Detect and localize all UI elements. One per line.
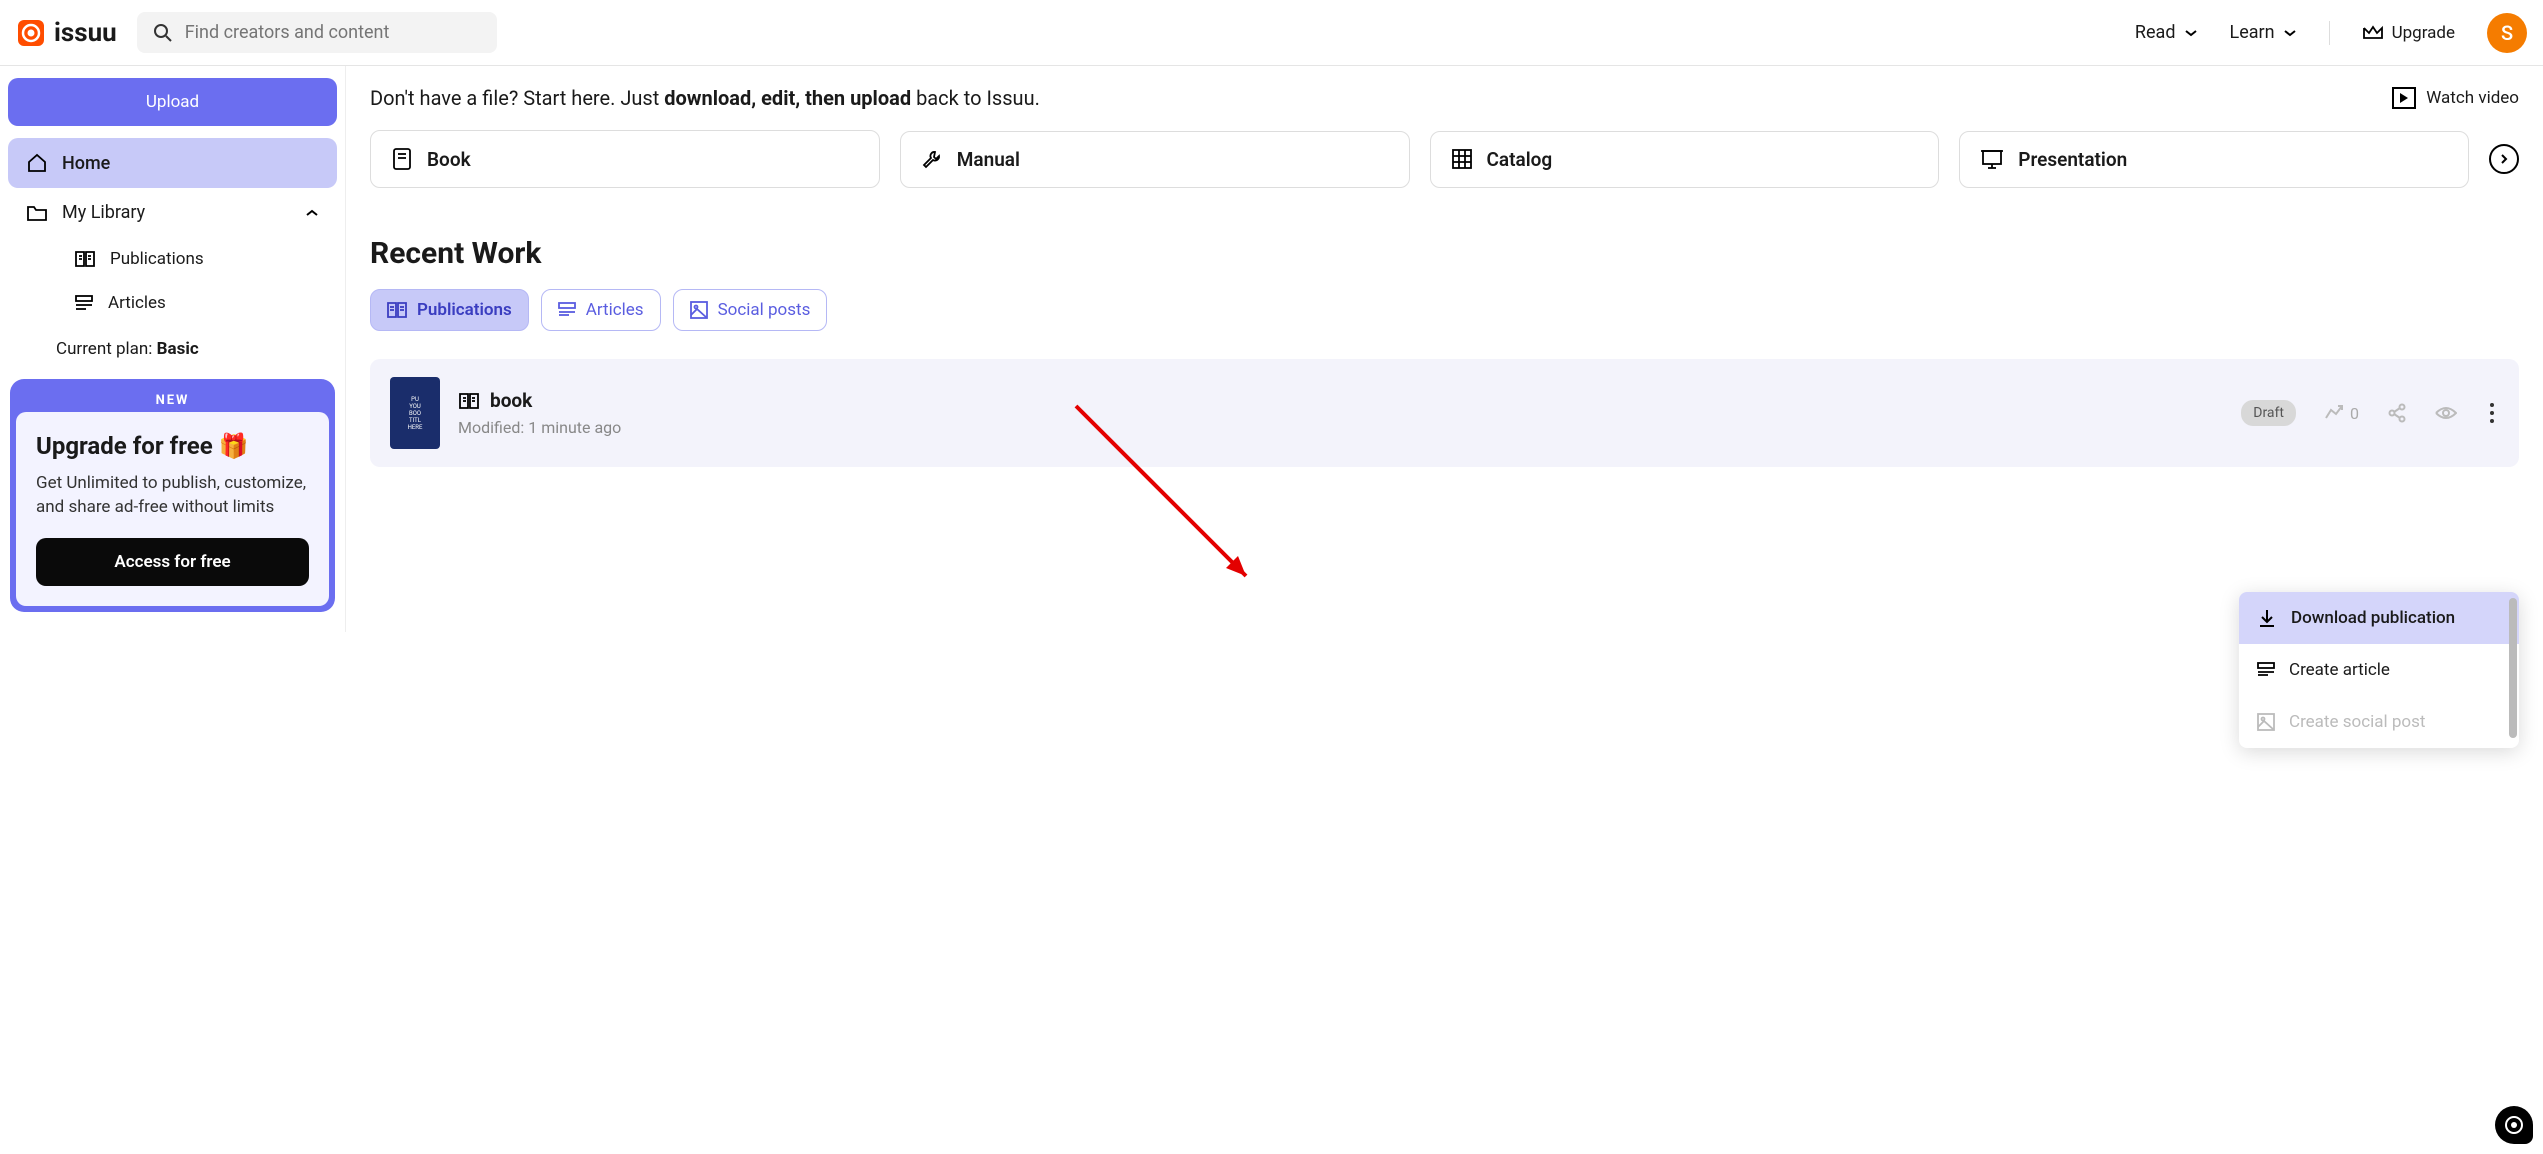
search-icon [153, 23, 173, 43]
image-icon [2257, 713, 2275, 731]
stat-count: 0 [2350, 404, 2359, 423]
work-title: book [490, 389, 532, 412]
menu-create-article[interactable]: Create article [2239, 644, 2519, 696]
filter-publications[interactable]: Publications [370, 289, 529, 331]
wrench-icon [921, 148, 943, 170]
nav-learn-label: Learn [2230, 22, 2275, 43]
article-icon [74, 294, 94, 312]
download-icon [2257, 608, 2277, 628]
article-icon [2257, 662, 2275, 678]
help-float-button[interactable] [2495, 1106, 2533, 1144]
divider [2329, 21, 2330, 45]
watch-video-button[interactable]: Watch video [2392, 87, 2519, 109]
crown-icon [2362, 24, 2384, 42]
filter-articles-label: Articles [586, 300, 644, 320]
sidebar-item-home[interactable]: Home [8, 138, 337, 188]
image-icon [690, 301, 708, 319]
menu-download-publication[interactable]: Download publication [2239, 592, 2519, 644]
book-open-icon [387, 302, 407, 318]
avatar-initial: S [2501, 21, 2513, 45]
menu-create-social-label: Create social post [2289, 712, 2425, 732]
grid-icon [1451, 148, 1473, 170]
sidebar-item-articles[interactable]: Articles [56, 281, 337, 325]
upgrade-label: Upgrade [2392, 23, 2455, 43]
template-catalog-label: Catalog [1487, 148, 1553, 171]
menu-download-label: Download publication [2291, 608, 2455, 628]
template-presentation-label: Presentation [2018, 148, 2127, 171]
hero-text: Don't have a file? Start here. Just down… [370, 86, 2368, 110]
play-icon [2392, 87, 2416, 109]
book-icon [391, 147, 413, 171]
template-catalog[interactable]: Catalog [1430, 131, 1940, 188]
template-manual[interactable]: Manual [900, 131, 1410, 188]
sidebar-item-my-library[interactable]: My Library [8, 188, 337, 237]
chevron-down-icon [2184, 29, 2198, 37]
menu-create-social-post: Create social post [2239, 696, 2519, 748]
sidebar-library-label: My Library [62, 202, 145, 223]
promo-description: Get Unlimited to publish, customize, and… [36, 472, 309, 520]
work-item[interactable]: PUYOUBOOTITLHERE book Modified: 1 minute… [370, 359, 2519, 467]
sidebar-articles-label: Articles [108, 293, 166, 313]
promo-cta-button[interactable]: Access for free [36, 538, 309, 586]
scroll-next-button[interactable] [2489, 144, 2519, 174]
template-presentation[interactable]: Presentation [1959, 131, 2469, 188]
logo-mark-icon [16, 18, 46, 48]
book-open-icon [458, 392, 480, 410]
upgrade-link[interactable]: Upgrade [2362, 23, 2455, 43]
filter-social-label: Social posts [718, 300, 811, 320]
chevron-down-icon [2283, 29, 2297, 37]
eye-icon[interactable] [2435, 405, 2457, 421]
filter-publications-label: Publications [417, 300, 512, 320]
menu-create-article-label: Create article [2289, 660, 2390, 680]
search-bar[interactable] [137, 12, 497, 53]
filter-social-posts[interactable]: Social posts [673, 289, 828, 331]
stats-icon[interactable]: 0 [2324, 404, 2359, 423]
upload-button[interactable]: Upload [8, 78, 337, 126]
article-icon [558, 302, 576, 318]
template-manual-label: Manual [957, 148, 1020, 171]
book-open-icon [74, 250, 96, 268]
share-icon[interactable] [2387, 403, 2407, 423]
home-icon [26, 152, 48, 174]
chevron-right-icon [2500, 153, 2508, 165]
work-thumbnail: PUYOUBOOTITLHERE [390, 377, 440, 449]
nav-learn[interactable]: Learn [2230, 22, 2297, 43]
promo-title: Upgrade for free 🎁 [36, 432, 309, 460]
promo-card: NEW Upgrade for free 🎁 Get Unlimited to … [10, 379, 335, 612]
chevron-up-icon [305, 209, 319, 217]
template-book-label: Book [427, 148, 471, 171]
sidebar-home-label: Home [62, 153, 110, 174]
avatar[interactable]: S [2487, 13, 2527, 53]
folder-icon [26, 203, 48, 223]
scrollbar[interactable] [2509, 598, 2517, 738]
nav-read-label: Read [2135, 22, 2176, 43]
filter-articles[interactable]: Articles [541, 289, 661, 331]
presentation-icon [1980, 148, 2004, 170]
sidebar-publications-label: Publications [110, 249, 204, 269]
nav-read[interactable]: Read [2135, 22, 2198, 43]
current-plan: Current plan: Basic [8, 325, 337, 371]
template-book[interactable]: Book [370, 130, 880, 188]
sidebar-item-publications[interactable]: Publications [56, 237, 337, 281]
more-button[interactable] [2485, 398, 2499, 428]
work-modified: Modified: 1 minute ago [458, 418, 2223, 437]
context-menu: Download publication Create article Crea… [2239, 592, 2519, 748]
status-badge: Draft [2241, 400, 2296, 426]
watch-video-label: Watch video [2426, 88, 2519, 108]
logo[interactable]: issuu [16, 18, 117, 48]
search-input[interactable] [185, 22, 481, 43]
recent-work-title: Recent Work [370, 236, 2519, 271]
promo-new-badge: NEW [16, 385, 329, 412]
logo-text: issuu [54, 18, 117, 48]
